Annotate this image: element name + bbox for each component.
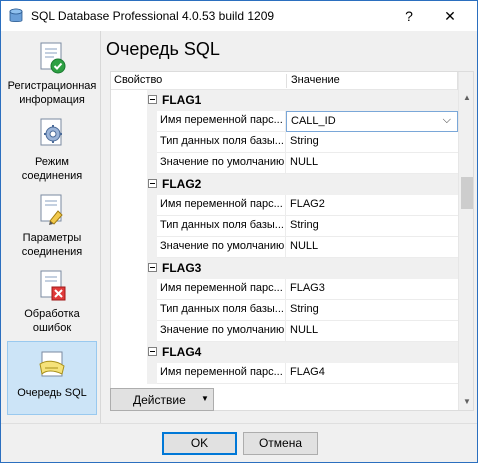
category-row[interactable]: FLAG4 [111,342,458,363]
sidebar-item-label: Очередь SQL [17,387,87,399]
window-title: SQL Database Professional 4.0.53 build 1… [31,9,275,23]
column-divider[interactable] [286,74,287,88]
cancel-button[interactable]: Отмена [243,432,318,455]
collapse-icon[interactable] [148,95,157,104]
property-name: Значение по умолчанию [157,153,286,174]
property-row[interactable]: Тип данных поля базы... String [111,216,458,237]
dialog-window: SQL Database Professional 4.0.53 build 1… [0,0,478,463]
property-name: Имя переменной парс... [157,195,286,216]
category-label: FLAG2 [162,177,202,191]
property-row[interactable]: Тип данных поля базы... String [111,132,458,153]
dropdown-arrow-icon: ▼ [201,394,209,403]
property-name: Тип данных поля базы... [157,132,286,153]
property-name: Имя переменной парс... [157,279,286,300]
sidebar-item-sql-queue[interactable]: Очередь SQL [7,341,97,415]
connection-mode-icon [40,118,62,146]
property-value[interactable]: NULL [286,237,458,258]
property-row[interactable]: Имя переменной парс... FLAG2 [111,195,458,216]
column-header-value[interactable]: Значение [291,74,340,86]
grid-header: Свойство Значение [111,72,458,90]
help-button[interactable]: ? [397,5,421,27]
property-name: Имя переменной парс... [157,111,286,132]
property-value[interactable]: String [286,132,458,153]
property-name: Тип данных поля базы... [157,300,286,321]
property-row[interactable]: Имя переменной парс... CALL_ID ⌵ [111,111,458,132]
app-database-icon [9,8,23,23]
property-name: Значение по умолчанию [157,321,286,342]
grid-rows: FLAG1 Имя переменной парс... CALL_ID ⌵ Т… [111,90,458,384]
property-value[interactable]: NULL [286,153,458,174]
close-button[interactable]: ✕ [435,5,465,27]
combo-value: CALL_ID [291,115,336,127]
sidebar-item-label: Параметры соединения [21,232,83,258]
connection-params-icon [40,194,63,225]
sidebar-item-label: Режим соединения [21,156,83,182]
scroll-down-icon[interactable]: ▼ [459,394,473,410]
action-dropdown-button[interactable]: Действие ▼ [110,388,214,411]
property-row[interactable]: Тип данных поля базы... String [111,300,458,321]
property-value[interactable]: FLAG2 [286,195,458,216]
category-row[interactable]: FLAG1 [111,90,458,111]
collapse-icon[interactable] [148,179,157,188]
sidebar-item-error-handling[interactable]: Обработка ошибок [7,269,97,335]
property-grid: Свойство Значение FLAG1 Имя переменной п… [110,71,474,411]
property-row[interactable]: Значение по умолчанию NULL [111,321,458,342]
sidebar-item-registration[interactable]: Регистрационная информация [7,41,97,107]
dialog-footer: OK Отмена [1,423,477,462]
property-value[interactable]: String [286,216,458,237]
category-label: FLAG1 [162,93,202,107]
category-label: FLAG4 [162,345,202,359]
sidebar-item-label: Обработка ошибок [24,308,80,334]
sidebar-item-connection-mode[interactable]: Режим соединения [7,117,97,183]
title-bar: SQL Database Professional 4.0.53 build 1… [1,1,477,31]
page-title: Очередь SQL [106,39,220,59]
property-name: Тип данных поля базы... [157,216,286,237]
property-value[interactable]: FLAG3 [286,279,458,300]
main-panel: Очередь SQL Свойство Значение FLAG1 Имя … [102,31,477,423]
sidebar-item-connection-params[interactable]: Параметры соединения [7,193,97,259]
action-button-label: Действие [133,393,186,407]
property-value[interactable]: FLAG4 [286,363,458,384]
registration-icon [40,42,66,74]
scroll-thumb[interactable] [461,177,473,209]
property-row[interactable]: Имя переменной парс... FLAG4 [111,363,458,384]
property-name: Имя переменной парс... [157,363,286,384]
category-row[interactable]: FLAG3 [111,258,458,279]
property-row[interactable]: Значение по умолчанию NULL [111,237,458,258]
column-header-property[interactable]: Свойство [114,74,162,86]
scroll-up-icon[interactable]: ▲ [459,90,473,106]
chevron-down-icon[interactable]: ⌵ [443,114,451,127]
property-row[interactable]: Имя переменной парс... FLAG3 [111,279,458,300]
collapse-icon[interactable] [148,263,157,272]
ok-button[interactable]: OK [162,432,237,455]
sql-queue-icon [39,351,65,377]
vertical-scrollbar[interactable]: ▲ ▼ [458,72,473,410]
collapse-icon[interactable] [148,347,157,356]
property-value[interactable]: String [286,300,458,321]
category-row[interactable]: FLAG2 [111,174,458,195]
property-row[interactable]: Значение по умолчанию NULL [111,153,458,174]
property-value[interactable]: NULL [286,321,458,342]
property-value-combo[interactable]: CALL_ID ⌵ [286,111,458,132]
error-handling-icon [40,270,66,301]
sidebar: Регистрационная информация Режим соедине… [1,31,101,423]
property-name: Значение по умолчанию [157,237,286,258]
sidebar-item-label: Регистрационная информация [7,80,97,106]
category-label: FLAG3 [162,261,202,275]
